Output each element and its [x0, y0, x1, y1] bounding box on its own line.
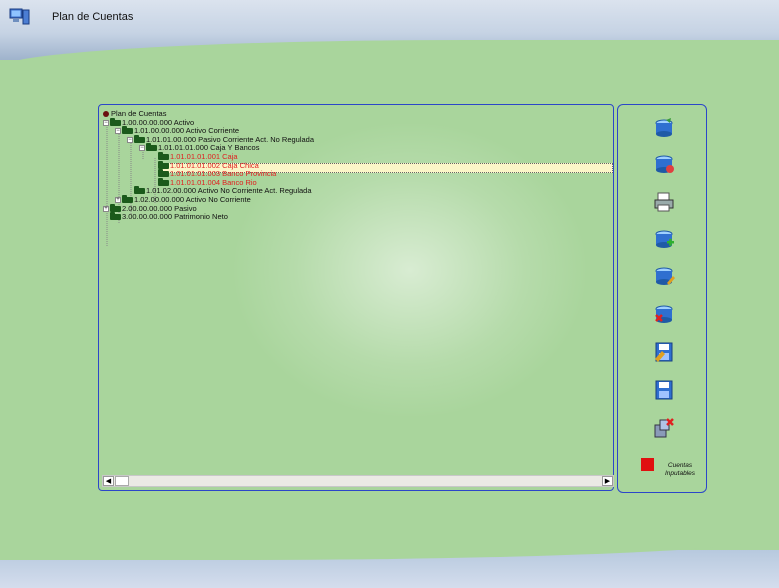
exit-icon: [654, 418, 674, 438]
print-button[interactable]: [653, 191, 675, 213]
root-icon: [103, 111, 109, 118]
collapse-icon[interactable]: −: [115, 128, 121, 135]
scroll-thumb[interactable]: [115, 476, 129, 486]
folder-icon: [158, 151, 169, 160]
scroll-left-button[interactable]: ◀: [103, 476, 114, 486]
save-as-icon: [655, 342, 673, 362]
exit-button[interactable]: [653, 417, 675, 439]
toolbar-panel: Cuentas Inputables: [617, 104, 707, 493]
print-icon: [654, 192, 674, 212]
window-title: Plan de Cuentas: [52, 11, 134, 23]
save-button[interactable]: [653, 379, 675, 401]
folder-icon: [110, 117, 121, 126]
folder-icon: [110, 203, 121, 212]
edit-db-icon: [655, 155, 674, 173]
bottom-decor-band: [0, 536, 779, 588]
edit-db-button[interactable]: [653, 153, 675, 175]
save-icon: [655, 380, 673, 400]
refresh-db-icon: [655, 118, 673, 137]
folder-icon: [134, 134, 145, 143]
folder-icon: [158, 169, 169, 178]
horizontal-scrollbar[interactable]: ◀ ▶: [102, 475, 614, 487]
folder-icon: [122, 194, 133, 203]
legend-label: Cuentas Inputables: [665, 462, 695, 477]
tree-node[interactable]: 3.00.00.00.000 Patrimonio Neto: [103, 212, 314, 222]
refresh-db-button[interactable]: [653, 117, 675, 139]
delete-db-icon: [655, 305, 673, 323]
tree-panel: Plan de Cuentas −1.00.00.00.000 Activo −1…: [98, 104, 614, 491]
account-tree[interactable]: Plan de Cuentas −1.00.00.00.000 Activo −1…: [103, 109, 314, 222]
folder-icon: [158, 160, 169, 169]
folder-icon: [158, 177, 169, 186]
modify-db-icon: [655, 267, 675, 285]
save-as-button[interactable]: [653, 341, 675, 363]
collapse-icon[interactable]: −: [127, 136, 133, 143]
expand-icon[interactable]: +: [103, 205, 109, 212]
folder-icon: [134, 186, 145, 195]
collapse-icon[interactable]: −: [103, 119, 109, 126]
folder-icon: [110, 212, 121, 221]
app-computer-icon: [9, 8, 30, 25]
scroll-right-button[interactable]: ▶: [602, 476, 613, 486]
add-db-icon: [655, 230, 674, 248]
top-decor-band: [0, 0, 779, 68]
collapse-icon[interactable]: −: [139, 145, 145, 152]
delete-db-button[interactable]: [653, 303, 675, 325]
add-db-button[interactable]: [653, 228, 675, 250]
tree-node-label: 3.00.00.00.000 Patrimonio Neto: [122, 212, 228, 222]
legend-swatch: [641, 458, 654, 471]
folder-icon: [146, 143, 157, 152]
modify-db-button[interactable]: [653, 265, 675, 287]
folder-icon: [122, 126, 133, 135]
expand-icon[interactable]: +: [115, 196, 121, 203]
